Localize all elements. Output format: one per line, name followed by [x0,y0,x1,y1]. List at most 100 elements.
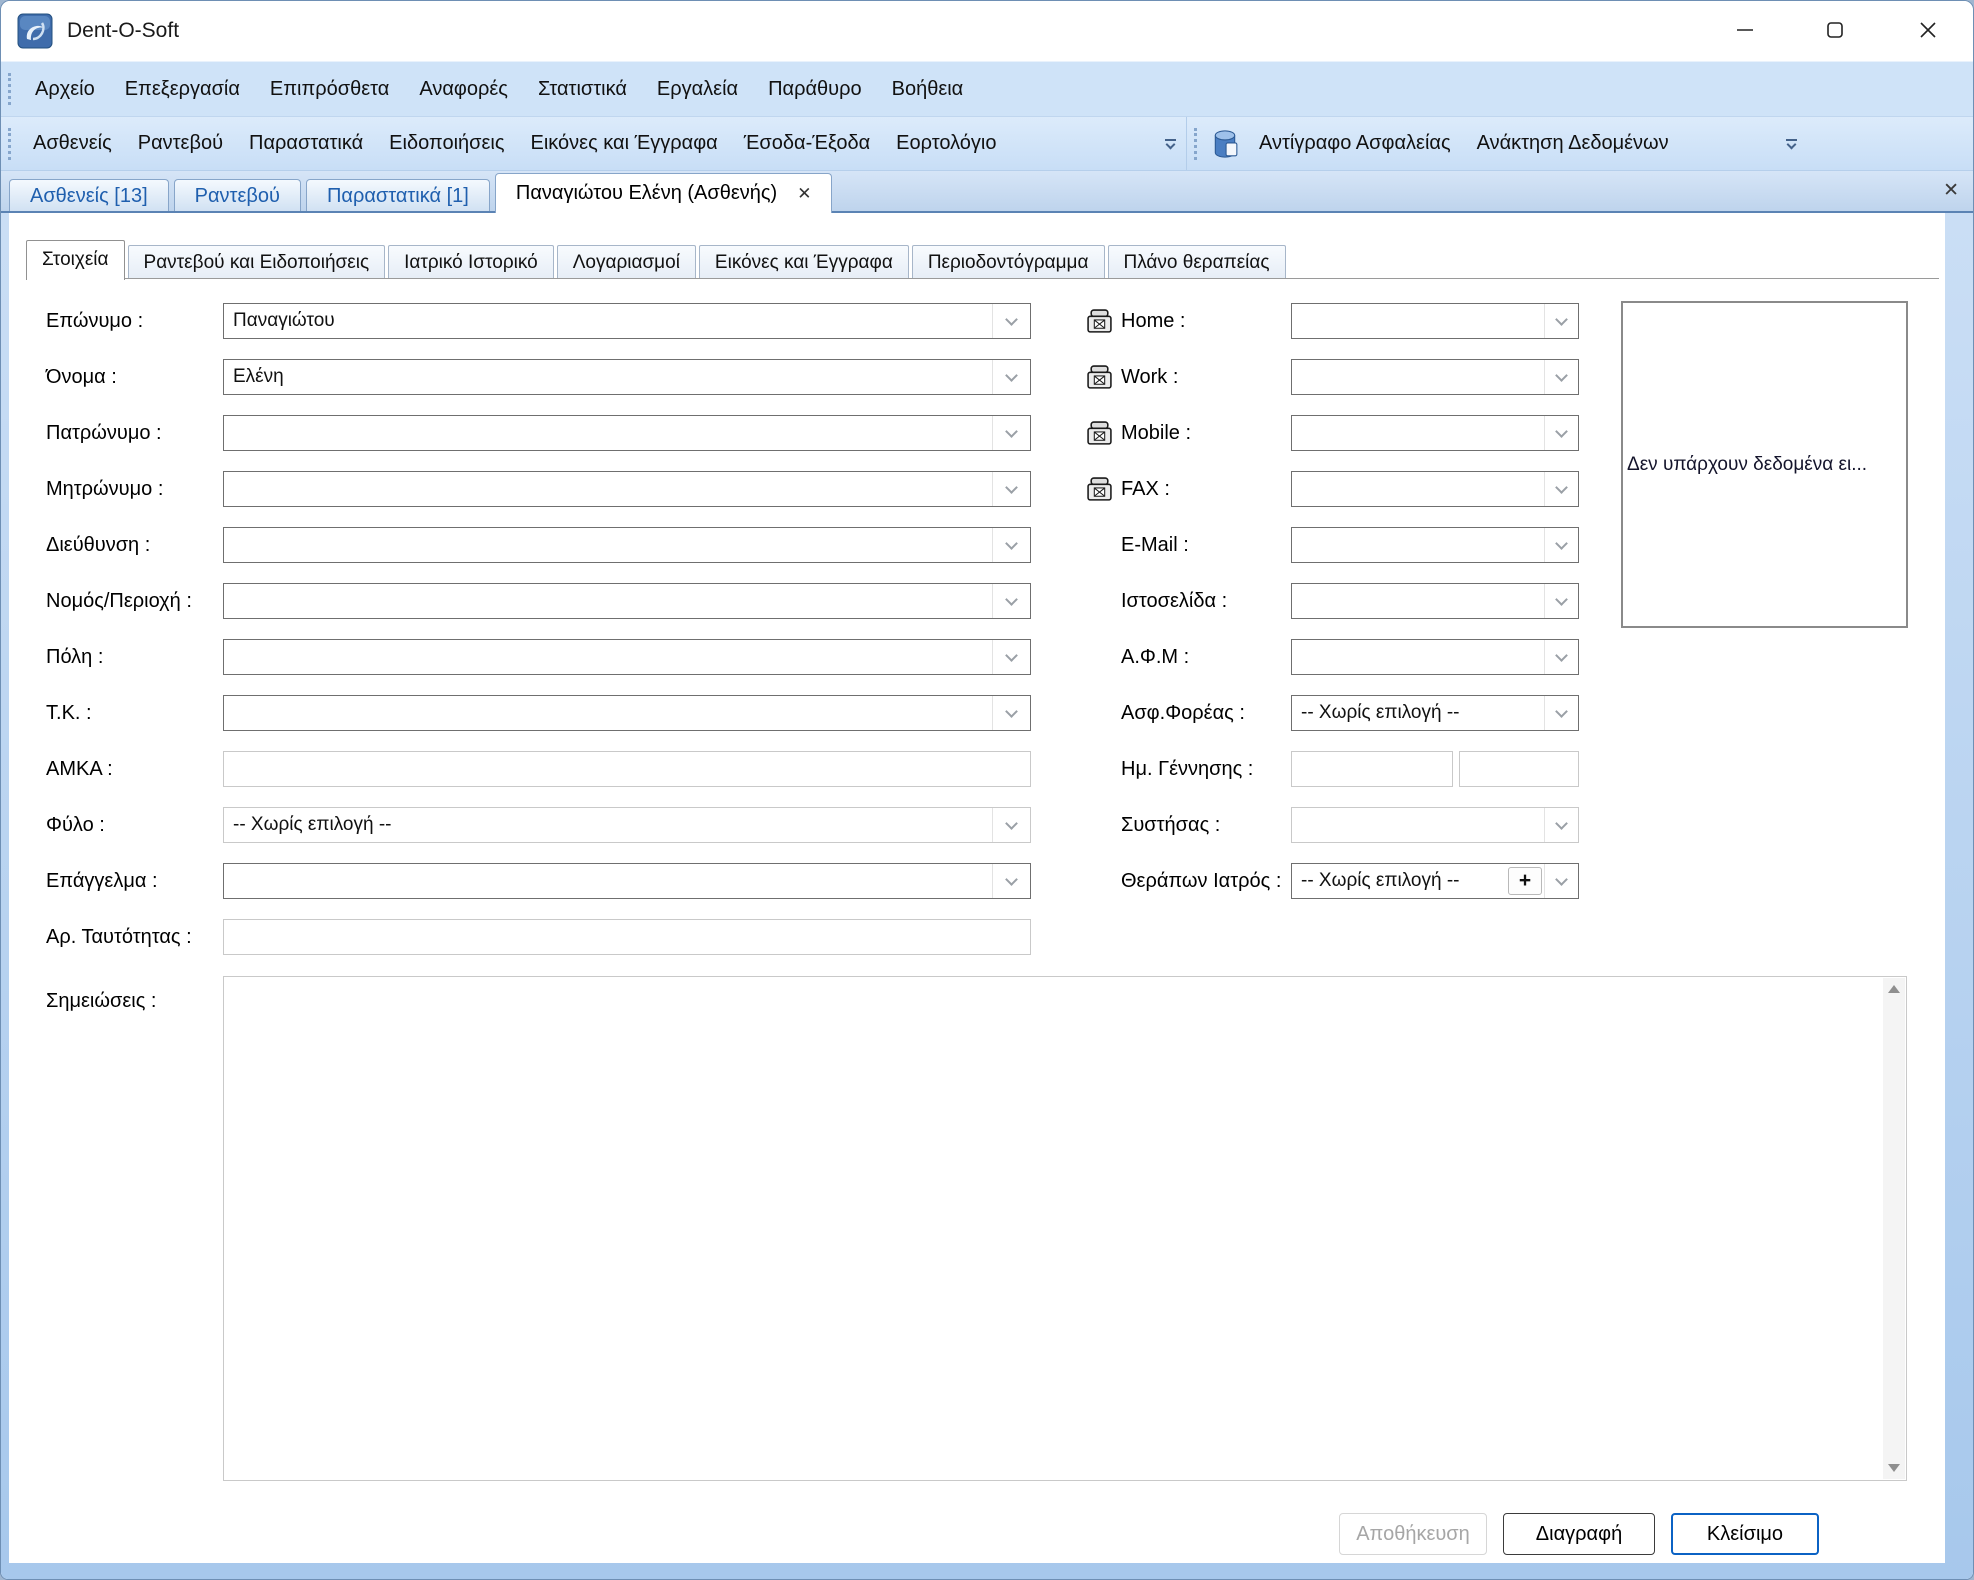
tab-treatment-plan[interactable]: Πλάνο θεραπείας [1108,245,1286,279]
mother-name-combobox[interactable] [223,471,1031,507]
birthdate-input[interactable] [1291,751,1453,787]
tab-images-documents[interactable]: Εικόνες και Έγγραφα [699,245,909,279]
firstname-combobox[interactable]: Ελένη [223,359,1031,395]
scroll-down-button[interactable] [1883,1457,1905,1479]
city-combobox[interactable] [223,639,1031,675]
tab-periodontogram[interactable]: Περιοδοντόγραμμα [912,245,1105,279]
gender-combobox[interactable]: -- Χωρίς επιλογή -- [223,807,1031,843]
tab-medical-history[interactable]: Ιατρικό Ιστορικό [388,245,554,279]
dropdown-button[interactable] [1544,696,1578,730]
dropdown-button[interactable] [1544,528,1578,562]
referrer-label: Συστήσας : [1121,807,1291,843]
dropdown-button[interactable] [992,584,1030,618]
minimize-button[interactable] [1713,1,1777,59]
form-row: Ιστοσελίδα : [1086,583,1579,619]
toolbar-notifications-button[interactable]: Ειδοποιήσεις [376,117,517,170]
toolbar-overflow-button[interactable] [1158,123,1182,165]
dropdown-button[interactable] [1544,640,1578,674]
tab-invoices[interactable]: Παραστατικά [1] [306,179,490,213]
menu-statistics[interactable]: Στατιστικά [523,62,642,116]
home-phone-value [1292,304,1544,338]
tab-accounts[interactable]: Λογαριασμοί [557,245,696,279]
mobile-phone-combobox[interactable] [1291,415,1579,451]
dropdown-button[interactable] [1544,360,1578,394]
id-number-input[interactable] [223,919,1031,955]
dropdown-button[interactable] [992,808,1030,842]
toolbar-backup-button[interactable]: Αντίγραφο Ασφαλείας [1246,117,1464,170]
tab-patient-record[interactable]: Παναγιώτου Ελένη (Ασθενής) ✕ [495,173,833,213]
referrer-combobox[interactable] [1291,807,1579,843]
toolbar-invoices-button[interactable]: Παραστατικά [236,117,376,170]
dropdown-button[interactable] [992,528,1030,562]
lastname-combobox[interactable]: Παναγιώτου [223,303,1031,339]
add-doctor-button[interactable]: + [1508,867,1542,895]
menu-edit[interactable]: Επεξεργασία [110,62,255,116]
notes-textarea[interactable] [223,976,1907,1481]
dropdown-button[interactable] [992,696,1030,730]
dropdown-button[interactable] [1544,808,1578,842]
phone-icon [1086,421,1113,446]
mobile-phone-label: Mobile : [1121,415,1291,451]
work-phone-value [1292,360,1544,394]
toolbar-calendar-button[interactable]: Εορτολόγιο [883,117,1009,170]
dropdown-button[interactable] [1544,304,1578,338]
region-combobox[interactable] [223,583,1031,619]
dropdown-button[interactable] [992,472,1030,506]
dropdown-button[interactable] [992,640,1030,674]
fax-combobox[interactable] [1291,471,1579,507]
dropdown-button[interactable] [1544,584,1578,618]
menu-extras[interactable]: Επιπρόσθετα [255,62,404,116]
postal-code-combobox[interactable] [223,695,1031,731]
window-close-button[interactable] [1896,1,1960,59]
tab-patients-list[interactable]: Ασθενείς [13] [9,179,169,213]
dropdown-button[interactable] [1544,472,1578,506]
amka-input[interactable] [223,751,1031,787]
notes-scrollbar[interactable] [1883,978,1905,1479]
delete-button[interactable]: Διαγραφή [1503,1513,1655,1555]
toolbar-restore-button[interactable]: Ανάκτηση Δεδομένων [1464,117,1682,170]
doctor-combobox[interactable]: -- Χωρίς επιλογή -- + [1291,863,1579,899]
tab-appointments-notifications[interactable]: Ραντεβού και Ειδοποιήσεις [128,245,386,279]
email-combobox[interactable] [1291,527,1579,563]
tabbar-close-icon[interactable]: ✕ [1943,179,1959,202]
menu-window[interactable]: Παράθυρο [753,62,877,116]
home-phone-combobox[interactable] [1291,303,1579,339]
website-combobox[interactable] [1291,583,1579,619]
dropdown-button[interactable] [992,864,1030,898]
work-phone-combobox[interactable] [1291,359,1579,395]
menu-reports[interactable]: Αναφορές [404,62,523,116]
home-phone-label: Home : [1121,303,1291,339]
menu-tools[interactable]: Εργαλεία [642,62,753,116]
dropdown-button[interactable] [992,304,1030,338]
lastname-value: Παναγιώτου [224,304,992,338]
title-bar: Dent-O-Soft [1,1,1973,61]
toolbar-images-documents-button[interactable]: Εικόνες και Έγγραφα [517,117,730,170]
tab-details[interactable]: Στοιχεία [26,240,125,280]
menu-file[interactable]: Αρχείο [20,62,110,116]
occupation-combobox[interactable] [223,863,1031,899]
address-combobox[interactable] [223,527,1031,563]
birthdate-extra-input[interactable] [1459,751,1579,787]
dropdown-button[interactable] [992,416,1030,450]
dropdown-button[interactable] [992,360,1030,394]
tab-close-icon[interactable]: ✕ [797,184,811,204]
maximize-button[interactable] [1803,1,1867,59]
toolbar-appointments-button[interactable]: Ραντεβού [125,117,236,170]
doctor-value: -- Χωρίς επιλογή -- [1292,864,1506,898]
toolbar-overflow-button[interactable] [1779,123,1803,165]
close-button[interactable]: Κλείσιμο [1671,1513,1819,1555]
tab-appointments[interactable]: Ραντεβού [174,179,301,213]
menu-help[interactable]: Βοήθεια [877,62,979,116]
father-name-combobox[interactable] [223,415,1031,451]
toolbar-income-expenses-button[interactable]: Έσοδα-Έξοδα [731,117,883,170]
minimize-icon [1734,19,1756,41]
tab-label: Παναγιώτου Ελένη (Ασθενής) [516,182,777,205]
dropdown-button[interactable] [1544,416,1578,450]
toolbar-patients-button[interactable]: Ασθενείς [20,117,125,170]
dropdown-button[interactable] [1544,864,1578,898]
insurance-combobox[interactable]: -- Χωρίς επιλογή -- [1291,695,1579,731]
form-right-column: Home : Work : [1086,303,1579,919]
scroll-up-button[interactable] [1883,978,1905,1000]
save-button[interactable]: Αποθήκευση [1339,1513,1487,1555]
tax-id-combobox[interactable] [1291,639,1579,675]
